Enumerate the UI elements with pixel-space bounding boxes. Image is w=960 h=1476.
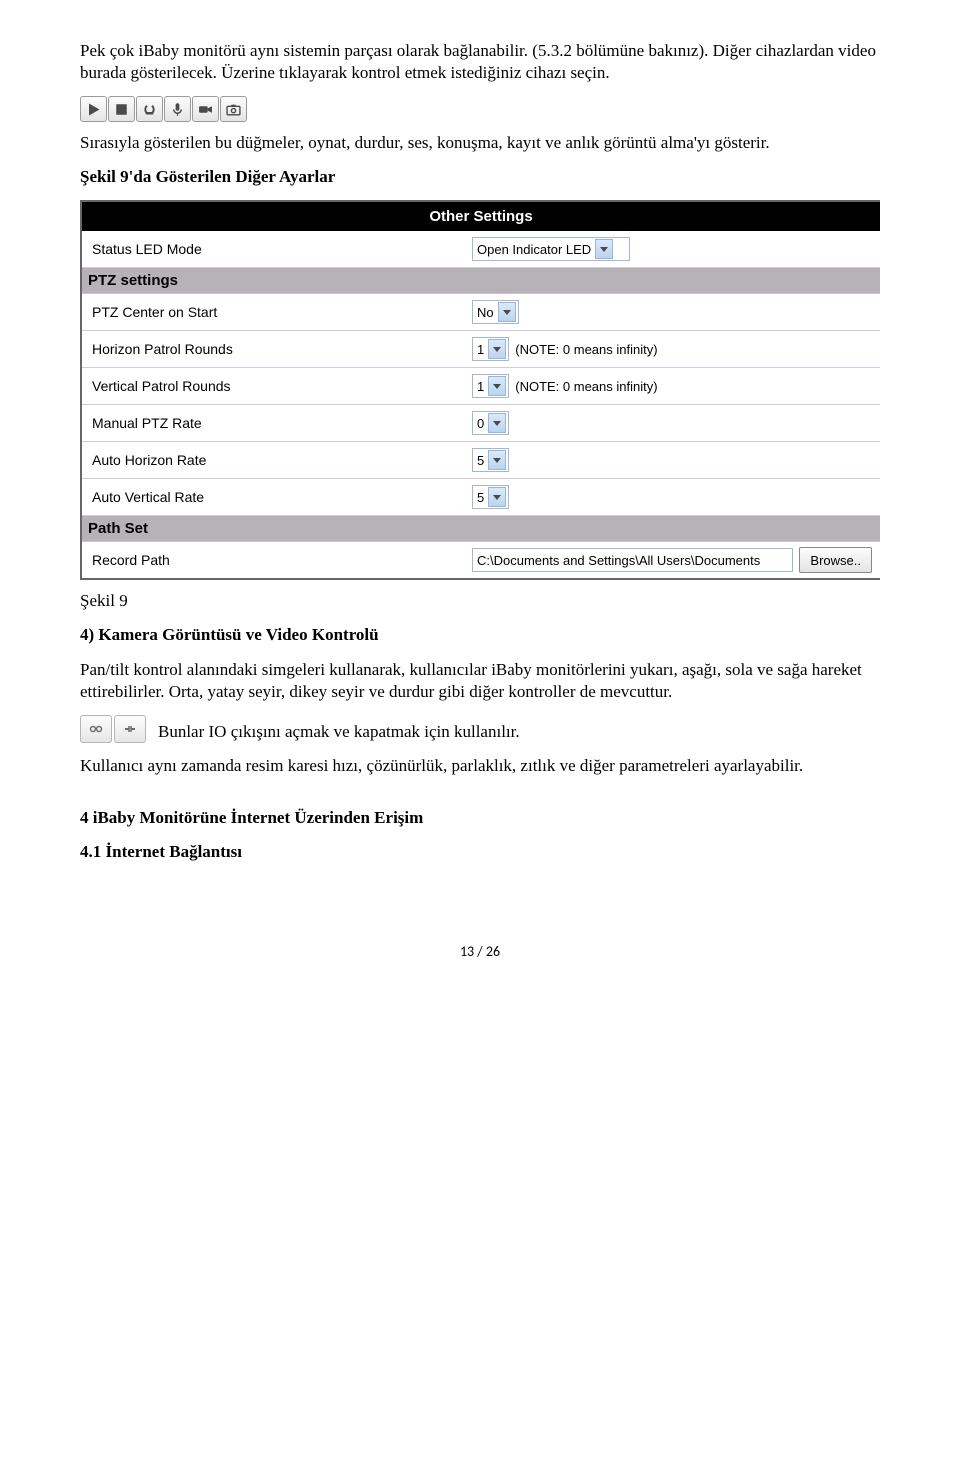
label-manual-rate: Manual PTZ Rate [82,415,472,431]
row-ptz-center: PTZ Center on Start No [82,294,880,331]
row-v-patrol: Vertical Patrol Rounds 1 (NOTE: 0 means … [82,368,880,405]
paragraph-1: Pek çok iBaby monitörü aynı sistemin par… [80,40,880,84]
other-settings-panel: Other Settings Status LED Mode Open Indi… [80,200,880,580]
row-auto-h: Auto Horizon Rate 5 [82,442,880,479]
label-auto-v: Auto Vertical Rate [82,489,472,505]
row-auto-v: Auto Vertical Rate 5 [82,479,880,516]
heading-internet-access: 4 iBaby Monitörüne İnternet Üzerinden Er… [80,807,880,829]
select-value: 5 [477,453,484,468]
row-record-path: Record Path C:\Documents and Settings\Al… [82,542,880,578]
paragraph-3: Pan/tilt kontrol alanındaki simgeleri ku… [80,659,880,703]
label-h-patrol: Horizon Patrol Rounds [82,341,472,357]
input-record-path[interactable]: C:\Documents and Settings\All Users\Docu… [472,548,793,572]
snapshot-icon[interactable] [220,96,247,122]
heading-internet-connection: 4.1 İnternet Bağlantısı [80,841,880,863]
select-value: Open Indicator LED [477,242,591,257]
paragraph-2: Sırasıyla gösterilen bu düğmeler, oynat,… [80,132,880,154]
chevron-down-icon [488,450,506,470]
sound-icon[interactable] [136,96,163,122]
io-close-icon[interactable] [114,715,146,743]
toolbar-buttons-a [80,96,880,122]
select-value: 1 [477,342,484,357]
label-record-path: Record Path [82,552,472,568]
chevron-down-icon [595,239,613,259]
row-h-patrol: Horizon Patrol Rounds 1 (NOTE: 0 means i… [82,331,880,368]
select-value: 0 [477,416,484,431]
stop-icon[interactable] [108,96,135,122]
section-ptz: PTZ settings [82,268,880,294]
select-manual-rate[interactable]: 0 [472,411,509,435]
play-icon[interactable] [80,96,107,122]
io-open-icon[interactable] [80,715,112,743]
select-auto-h[interactable]: 5 [472,448,509,472]
select-status-led[interactable]: Open Indicator LED [472,237,630,261]
select-auto-v[interactable]: 5 [472,485,509,509]
chevron-down-icon [488,487,506,507]
record-icon[interactable] [192,96,219,122]
chevron-down-icon [488,376,506,396]
label-ptz-center: PTZ Center on Start [82,304,472,320]
chevron-down-icon [488,413,506,433]
note-v-patrol: (NOTE: 0 means infinity) [515,379,657,394]
row-status-led: Status LED Mode Open Indicator LED [82,231,880,268]
chevron-down-icon [498,302,516,322]
figure-caption: Şekil 9 [80,590,880,612]
select-value: No [477,305,494,320]
browse-button[interactable]: Browse.. [799,547,872,573]
label-v-patrol: Vertical Patrol Rounds [82,378,472,394]
panel-title: Other Settings [82,202,880,231]
select-v-patrol[interactable]: 1 [472,374,509,398]
select-value: 1 [477,379,484,394]
chevron-down-icon [488,339,506,359]
io-buttons [80,715,146,743]
paragraph-5: Kullanıcı aynı zamanda resim karesi hızı… [80,755,880,777]
page-number: 13 / 26 [80,943,880,960]
select-ptz-center[interactable]: No [472,300,519,324]
label-auto-h: Auto Horizon Rate [82,452,472,468]
note-h-patrol: (NOTE: 0 means infinity) [515,342,657,357]
heading-settings: Şekil 9'da Gösterilen Diğer Ayarlar [80,166,880,188]
label-status-led: Status LED Mode [82,241,472,257]
input-value: C:\Documents and Settings\All Users\Docu… [477,553,760,568]
paragraph-4: Bunlar IO çıkışını açmak ve kapatmak içi… [158,721,520,743]
select-h-patrol[interactable]: 1 [472,337,509,361]
talk-icon[interactable] [164,96,191,122]
row-manual-rate: Manual PTZ Rate 0 [82,405,880,442]
select-value: 5 [477,490,484,505]
heading-camera-control: 4) Kamera Görüntüsü ve Video Kontrolü [80,624,880,646]
section-path: Path Set [82,516,880,542]
